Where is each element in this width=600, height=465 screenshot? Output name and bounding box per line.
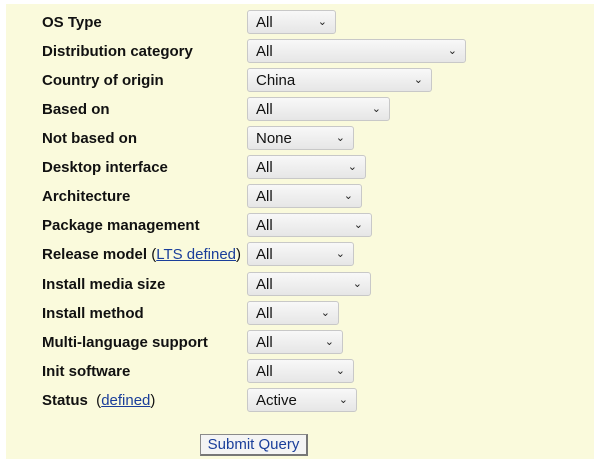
select-value: All	[256, 305, 273, 322]
chevron-down-icon: ⌄	[335, 365, 345, 377]
os-type-select[interactable]: All ⌄	[247, 10, 336, 34]
chevron-down-icon: ⌄	[320, 307, 330, 319]
filter-row-install-method: Install method All ⌄	[42, 301, 582, 327]
select-value: All	[256, 14, 273, 31]
filter-label-install-media-size: Install media size	[42, 276, 166, 293]
filter-row-based-on: Based on All ⌄	[42, 97, 582, 123]
filter-label-init-software: Init software	[42, 363, 131, 380]
filter-label-architecture: Architecture	[42, 188, 131, 205]
chevron-down-icon: ⌄	[335, 248, 345, 260]
submit-query-button[interactable]: Submit Query	[200, 434, 308, 456]
select-value: All	[256, 159, 273, 176]
filter-row-architecture: Architecture All ⌄	[42, 184, 582, 210]
search-filter-panel: OS Type All ⌄ Distribution category All …	[6, 4, 594, 459]
select-value: All	[256, 276, 273, 293]
select-value: All	[256, 101, 273, 118]
chevron-down-icon: ⌄	[343, 190, 353, 202]
chevron-down-icon: ⌄	[353, 219, 363, 231]
select-value: All	[256, 363, 273, 380]
paren-close: )	[150, 392, 156, 409]
filter-label-multi-language-support: Multi-language support	[42, 334, 208, 351]
filter-row-os-type: OS Type All ⌄	[42, 10, 582, 36]
release-model-select[interactable]: All ⌄	[247, 242, 354, 266]
package-management-select[interactable]: All ⌄	[247, 213, 372, 237]
distribution-category-select[interactable]: All ⌄	[247, 39, 466, 63]
filter-row-multi-language-support: Multi-language support All ⌄	[42, 330, 582, 356]
chevron-down-icon: ⌄	[317, 16, 327, 28]
status-defined-link[interactable]: defined	[101, 392, 150, 409]
not-based-on-select[interactable]: None ⌄	[247, 126, 354, 150]
chevron-down-icon: ⌄	[338, 394, 348, 406]
select-value: China	[256, 72, 296, 89]
filter-row-init-software: Init software All ⌄	[42, 359, 582, 385]
filter-row-package-management: Package management All ⌄	[42, 213, 582, 239]
country-of-origin-select[interactable]: China ⌄	[247, 68, 432, 92]
paren-open: (	[147, 246, 157, 263]
install-media-size-select[interactable]: All ⌄	[247, 272, 371, 296]
paren-open: (	[87, 392, 102, 409]
filter-label-country-of-origin: Country of origin	[42, 72, 164, 89]
select-value: All	[256, 246, 273, 263]
lts-defined-link[interactable]: LTS defined	[156, 246, 236, 263]
select-value: All	[256, 43, 273, 60]
filter-row-desktop-interface: Desktop interface All ⌄	[42, 155, 582, 181]
select-value: Active	[256, 392, 297, 409]
filter-row-install-media-size: Install media size All ⌄	[42, 272, 582, 298]
release-model-label-text: Release model	[42, 246, 148, 263]
filter-label-status: Status (defined)	[42, 392, 155, 409]
filter-label-os-type: OS Type	[42, 14, 102, 31]
init-software-select[interactable]: All ⌄	[247, 359, 354, 383]
chevron-down-icon: ⌄	[352, 278, 362, 290]
chevron-down-icon: ⌄	[347, 161, 357, 173]
select-value: All	[256, 334, 273, 351]
filter-label-not-based-on: Not based on	[42, 130, 138, 147]
filter-label-desktop-interface: Desktop interface	[42, 159, 168, 176]
filter-row-country-of-origin: Country of origin China ⌄	[42, 68, 582, 94]
based-on-select[interactable]: All ⌄	[247, 97, 390, 121]
architecture-select[interactable]: All ⌄	[247, 184, 362, 208]
chevron-down-icon: ⌄	[324, 336, 334, 348]
filter-label-package-management: Package management	[42, 217, 200, 234]
chevron-down-icon: ⌄	[335, 132, 345, 144]
status-select[interactable]: Active ⌄	[247, 388, 357, 412]
install-method-select[interactable]: All ⌄	[247, 301, 339, 325]
multi-language-support-select[interactable]: All ⌄	[247, 330, 343, 354]
filter-row-distribution-category: Distribution category All ⌄	[42, 39, 582, 65]
filter-row-release-model: Release model (LTS defined) All ⌄	[42, 242, 582, 268]
filter-label-release-model: Release model (LTS defined)	[42, 246, 241, 263]
chevron-down-icon: ⌄	[447, 45, 457, 57]
filter-label-based-on: Based on	[42, 101, 110, 118]
desktop-interface-select[interactable]: All ⌄	[247, 155, 366, 179]
chevron-down-icon: ⌄	[413, 74, 423, 86]
filter-row-status: Status (defined) Active ⌄	[42, 388, 582, 414]
filter-label-distribution-category: Distribution category	[42, 43, 193, 60]
filter-label-install-method: Install method	[42, 305, 144, 322]
status-label-text: Status	[42, 392, 88, 409]
select-value: All	[256, 217, 273, 234]
filter-row-not-based-on: Not based on None ⌄	[42, 126, 582, 152]
chevron-down-icon: ⌄	[371, 103, 381, 115]
select-value: All	[256, 188, 273, 205]
paren-close: )	[236, 246, 242, 263]
select-value: None	[256, 130, 292, 147]
